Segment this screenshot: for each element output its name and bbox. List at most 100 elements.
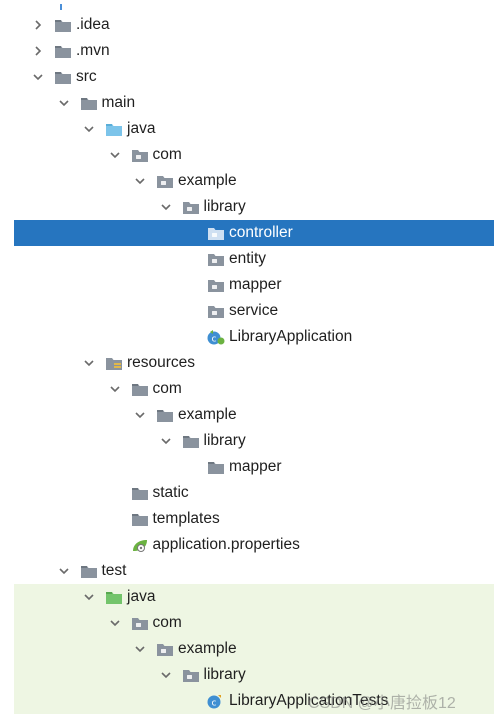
project-tree: .idea .mvn src main java com example lib…: [0, 0, 497, 719]
tree-node-label: example: [178, 406, 237, 423]
tree-node-entity[interactable]: entity: [14, 246, 494, 272]
test-class-icon: c: [207, 694, 225, 709]
tree-node-static[interactable]: static: [14, 480, 494, 506]
tree-node-idea[interactable]: .idea: [14, 12, 494, 38]
tree-node-label: example: [178, 640, 237, 657]
test-root-folder-icon: [105, 590, 123, 605]
spring-properties-icon: [131, 538, 149, 553]
source-root-folder-icon: [105, 122, 123, 137]
package-icon: [207, 304, 225, 319]
chevron-down-icon[interactable]: [134, 175, 146, 187]
tree-node-test-java[interactable]: java: [14, 584, 494, 610]
tree-node-templates[interactable]: templates: [14, 506, 494, 532]
tree-node-label: static: [152, 484, 189, 501]
chevron-down-icon[interactable]: [58, 565, 70, 577]
tree-node-label: java: [127, 120, 156, 137]
tree-node-res-mapper[interactable]: mapper: [14, 454, 494, 480]
folder-icon: [207, 460, 225, 475]
tree-node-main[interactable]: main: [14, 90, 494, 116]
package-icon: [207, 252, 225, 267]
tree-node-mvn[interactable]: .mvn: [14, 38, 494, 64]
tree-node-label: .idea: [76, 16, 110, 33]
package-icon: [182, 668, 200, 683]
folder-icon: [54, 70, 72, 85]
package-icon: [131, 148, 149, 163]
tree-node-label: java: [127, 588, 156, 605]
spring-boot-class-icon: c: [207, 329, 225, 345]
folder-icon: [80, 564, 98, 579]
tree-node-library-app[interactable]: c LibraryApplication: [14, 324, 494, 350]
chevron-down-icon[interactable]: [160, 669, 172, 681]
tree-node-test[interactable]: test: [14, 558, 494, 584]
svg-text:c: c: [212, 698, 217, 708]
tree-node-label: application.properties: [152, 536, 300, 553]
package-icon: [156, 642, 174, 657]
chevron-down-icon[interactable]: [134, 409, 146, 421]
tree-node-controller[interactable]: controller: [14, 220, 494, 246]
folder-icon: [54, 44, 72, 59]
chevron-down-icon[interactable]: [109, 149, 121, 161]
chevron-down-icon[interactable]: [109, 617, 121, 629]
folder-icon: [131, 512, 149, 527]
tree-node-label: LibraryApplication: [229, 328, 353, 345]
chevron-down-icon[interactable]: [58, 97, 70, 109]
chevron-down-icon[interactable]: [160, 435, 172, 447]
tree-node-main-java[interactable]: java: [14, 116, 494, 142]
tree-node-label: mapper: [229, 458, 282, 475]
folder-icon: [131, 486, 149, 501]
scroll-marker: [60, 4, 62, 10]
chevron-down-icon[interactable]: [134, 643, 146, 655]
chevron-down-icon[interactable]: [32, 71, 44, 83]
package-icon: [182, 200, 200, 215]
tree-node-label: com: [152, 146, 182, 163]
chevron-down-icon[interactable]: [83, 123, 95, 135]
package-icon: [207, 278, 225, 293]
tree-node-label: com: [152, 614, 182, 631]
chevron-down-icon[interactable]: [109, 383, 121, 395]
tree-node-label: .mvn: [76, 42, 110, 59]
tree-node-label: example: [178, 172, 237, 189]
tree-node-test-app[interactable]: c LibraryApplicationTests: [14, 688, 494, 714]
tree-node-label: service: [229, 302, 279, 319]
chevron-down-icon[interactable]: [160, 201, 172, 213]
folder-icon: [131, 382, 149, 397]
tree-node-mapper[interactable]: mapper: [14, 272, 494, 298]
package-icon: [207, 226, 225, 241]
tree-node-label: mapper: [229, 276, 282, 293]
tree-node-label: library: [203, 432, 246, 449]
tree-node-label: src: [76, 68, 97, 85]
tree-node-test-library[interactable]: library: [14, 662, 494, 688]
tree-node-src[interactable]: src: [14, 64, 494, 90]
svg-text:c: c: [212, 334, 217, 344]
chevron-down-icon[interactable]: [83, 357, 95, 369]
tree-node-main-example[interactable]: example: [14, 168, 494, 194]
tree-node-app-props[interactable]: application.properties: [14, 532, 494, 558]
tree-node-label: entity: [229, 250, 267, 267]
chevron-down-icon[interactable]: [83, 591, 95, 603]
tree-node-label: controller: [229, 224, 293, 241]
tree-node-res-com[interactable]: com: [14, 376, 494, 402]
tree-node-label: templates: [152, 510, 220, 527]
resources-folder-icon: [105, 356, 123, 371]
tree-node-label: test: [101, 562, 127, 579]
tree-node-main-com[interactable]: com: [14, 142, 494, 168]
tree-node-label: main: [101, 94, 136, 111]
folder-icon: [182, 434, 200, 449]
folder-icon: [156, 408, 174, 423]
tree-node-test-example[interactable]: example: [14, 636, 494, 662]
package-icon: [131, 616, 149, 631]
tree-node-main-library[interactable]: library: [14, 194, 494, 220]
folder-icon: [80, 96, 98, 111]
folder-icon: [54, 18, 72, 33]
chevron-right-icon[interactable]: [32, 19, 44, 31]
tree-node-label: library: [203, 198, 246, 215]
tree-node-service[interactable]: service: [14, 298, 494, 324]
tree-node-resources[interactable]: resources: [14, 350, 494, 376]
tree-node-label: resources: [127, 354, 196, 371]
chevron-right-icon[interactable]: [32, 45, 44, 57]
tree-node-res-example[interactable]: example: [14, 402, 494, 428]
tree-node-res-library[interactable]: library: [14, 428, 494, 454]
tree-node-test-com[interactable]: com: [14, 610, 494, 636]
package-icon: [156, 174, 174, 189]
tree-node-label: library: [203, 666, 246, 683]
